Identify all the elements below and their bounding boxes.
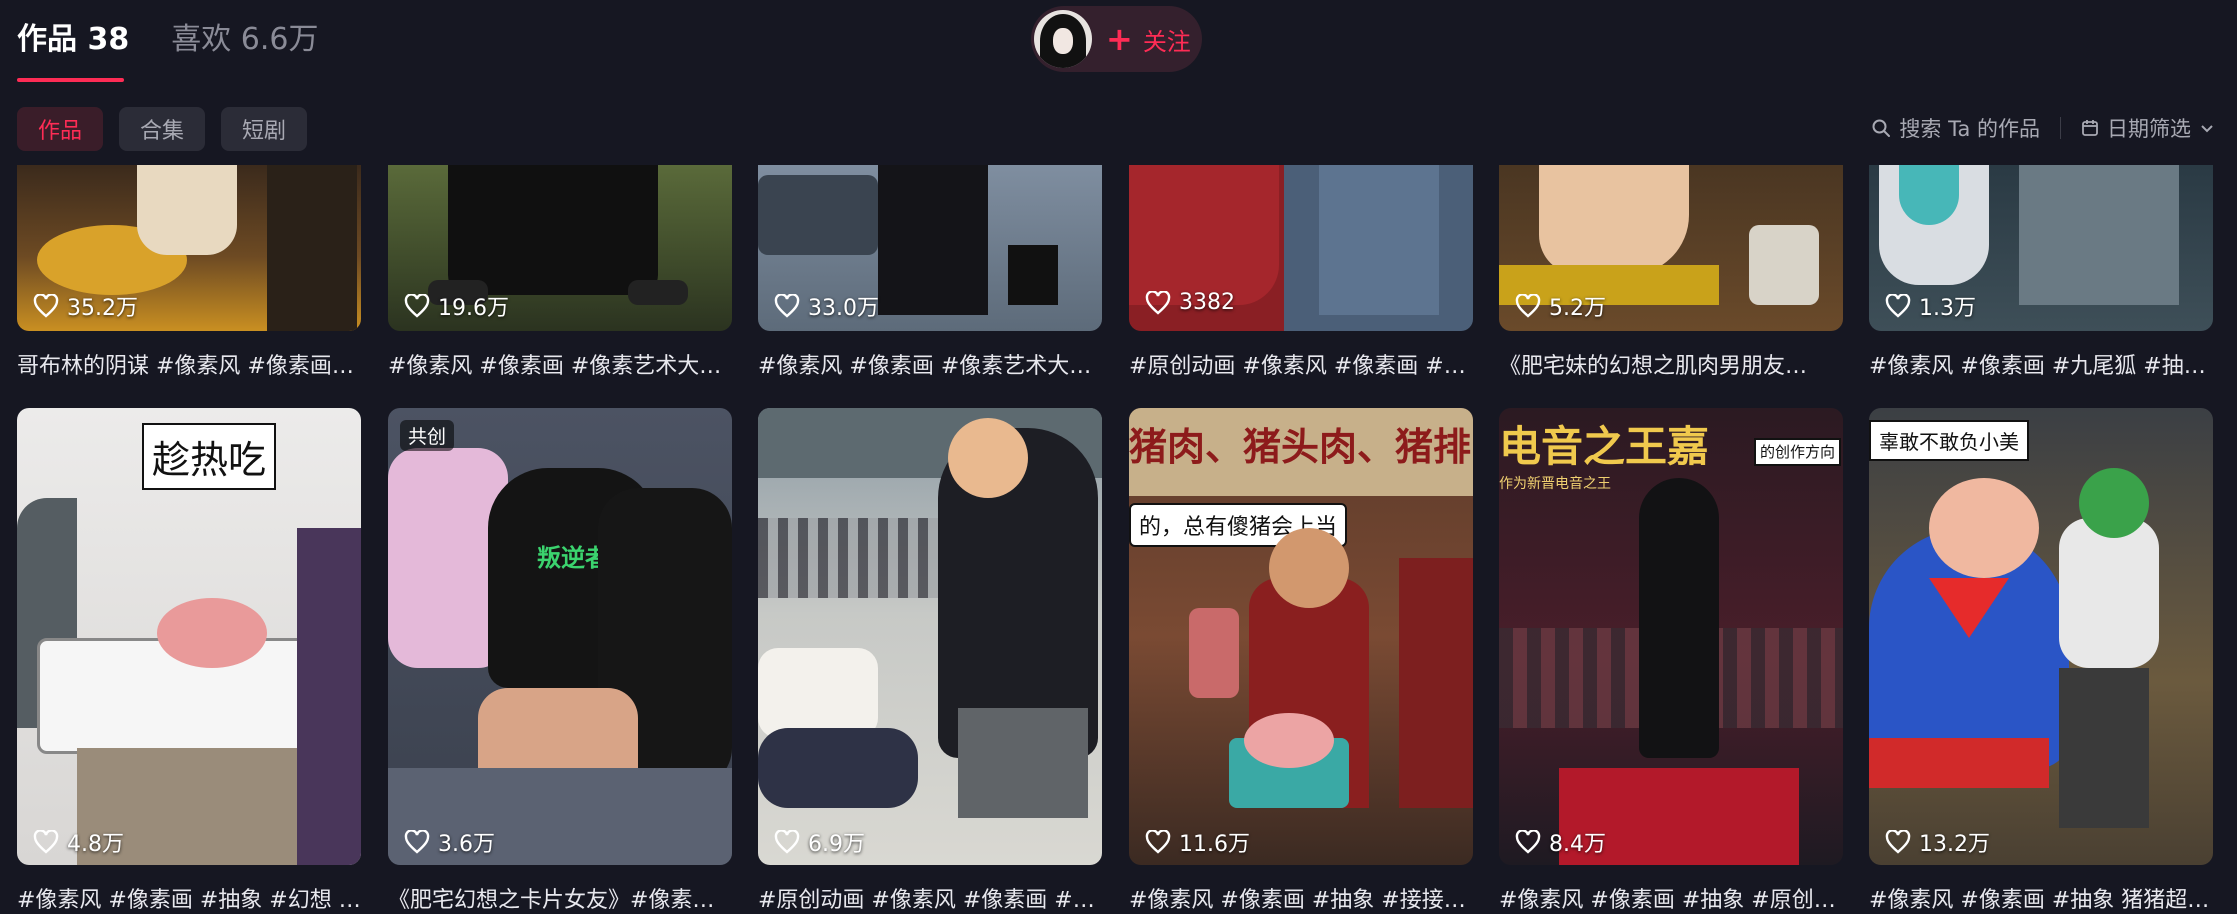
like-count-value: 33.0万 (808, 296, 879, 321)
like-count: 33.0万 (774, 290, 879, 322)
video-caption[interactable]: #像素风 #像素画 #抽象 #原创… (1499, 882, 1843, 914)
video-caption[interactable]: #像素风 #像素画 #抽象 猪猪超… (1869, 882, 2213, 914)
like-count: 3382 (1145, 290, 1235, 315)
like-count-value: 11.6万 (1179, 832, 1250, 857)
art-speech-bubble: 的创作方向 (1754, 438, 1842, 466)
co-creation-badge: 共创 (400, 420, 455, 451)
like-count-value: 19.6万 (438, 296, 509, 321)
video-caption[interactable]: #像素风 #像素画 #像素艺术大… (388, 348, 732, 380)
heart-outline-icon (1145, 830, 1171, 854)
video-caption[interactable]: 《肥宅幻想之卡片女友》#像素… (388, 882, 732, 914)
search-icon (1872, 119, 1891, 137)
subtab-collections[interactable]: 合集 (119, 107, 206, 151)
heart-outline-icon (404, 294, 430, 318)
heart-outline-icon (774, 294, 800, 318)
heart-outline-icon (33, 830, 59, 854)
art-speech-bubble: 辜敢不敢负小美 (1869, 420, 2029, 461)
tab-likes[interactable]: 喜欢 6.6万 (171, 14, 318, 82)
heart-outline-icon (1515, 830, 1541, 854)
like-count-value: 35.2万 (67, 296, 138, 321)
toolbar: 搜索 Ta 的作品 日期筛选 (1871, 113, 2215, 143)
like-count: 19.6万 (404, 290, 509, 322)
like-count-value: 13.2万 (1919, 832, 1990, 857)
profile-tabs: 作品 38 喜欢 6.6万 (17, 14, 318, 82)
video-thumbnail: 趁热吃 (17, 408, 361, 865)
like-count: 13.2万 (1885, 826, 1990, 858)
follow-button[interactable]: + 关注 (1106, 22, 1191, 57)
date-filter-label: 日期筛选 (2107, 117, 2191, 141)
heart-outline-icon (1145, 290, 1171, 315)
chevron-down-icon (2201, 125, 2213, 133)
like-count-value: 1.3万 (1919, 296, 1976, 321)
like-count-value: 6.9万 (808, 832, 865, 857)
like-count: 11.6万 (1145, 826, 1250, 858)
video-thumbnail: 电音之王嘉 作为新晋电音之王 的创作方向 (1499, 408, 1843, 865)
heart-outline-icon (1885, 830, 1911, 854)
avatar[interactable] (1034, 10, 1092, 68)
heart-outline-icon (774, 830, 800, 854)
video-caption[interactable]: #像素风 #像素画 #九尾狐 #抽… (1869, 348, 2213, 380)
video-caption[interactable]: #像素风 #像素画 #抽象 #幻想 … (17, 882, 361, 914)
like-count-value: 3382 (1179, 290, 1235, 315)
follow-label: 关注 (1142, 27, 1191, 56)
video-caption[interactable]: 《肥宅妹的幻想之肌肉男朋友… (1499, 348, 1843, 380)
like-count: 6.9万 (774, 826, 865, 858)
like-count: 8.4万 (1515, 826, 1606, 858)
like-count: 3.6万 (404, 826, 495, 858)
like-count: 35.2万 (33, 290, 138, 322)
video-thumbnail (758, 408, 1102, 865)
follow-pill[interactable]: + 关注 (1031, 6, 1202, 72)
search-label: 搜索 Ta 的作品 (1899, 117, 2040, 141)
heart-outline-icon (1515, 294, 1541, 318)
content-filter-tabs: 作品 合集 短剧 (17, 107, 308, 151)
like-count: 4.8万 (33, 826, 124, 858)
like-count-value: 8.4万 (1549, 832, 1606, 857)
heart-outline-icon (1885, 294, 1911, 318)
subtab-short-dramas[interactable]: 短剧 (221, 107, 308, 151)
like-count-value: 4.8万 (67, 832, 124, 857)
like-count: 1.3万 (1885, 290, 1976, 322)
like-count-value: 5.2万 (1549, 296, 1606, 321)
calendar-icon (2082, 120, 2098, 136)
date-filter[interactable]: 日期筛选 (2081, 113, 2215, 143)
tab-works[interactable]: 作品 38 (17, 14, 129, 82)
video-caption[interactable]: #像素风 #像素画 #抽象 #接接… (1129, 882, 1473, 914)
divider (2060, 117, 2061, 139)
plus-icon: + (1106, 20, 1133, 58)
video-caption[interactable]: #原创动画 #像素风 #像素画 #… (1129, 348, 1473, 380)
art-speech-bubble: 趁热吃 (142, 423, 277, 490)
heart-outline-icon (404, 830, 430, 854)
video-thumbnail: 猪肉、猪头肉、猪排 的，总有傻猪会上当 (1129, 408, 1473, 865)
search-works[interactable]: 搜索 Ta 的作品 (1871, 113, 2040, 143)
video-thumbnail: 辜敢不敢负小美 (1869, 408, 2213, 865)
like-count-value: 3.6万 (438, 832, 495, 857)
video-caption[interactable]: #原创动画 #像素风 #像素画 #… (758, 882, 1102, 914)
video-caption[interactable]: 哥布林的阴谋 #像素风 #像素画… (17, 348, 361, 380)
like-count: 5.2万 (1515, 290, 1606, 322)
art-banner-text: 猪肉、猪头肉、猪排 (1129, 408, 1473, 496)
subtab-works[interactable]: 作品 (17, 107, 104, 151)
video-caption[interactable]: #像素风 #像素画 #像素艺术大… (758, 348, 1102, 380)
video-thumbnail: 叛逆者 (388, 408, 732, 865)
heart-outline-icon (33, 294, 59, 318)
